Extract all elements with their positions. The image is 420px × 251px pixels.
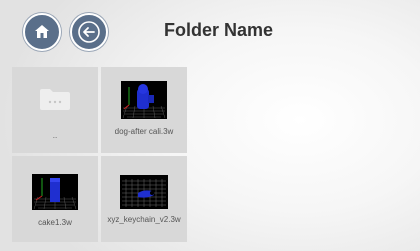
page-title: Folder Name xyxy=(164,20,274,40)
file-tile-keychain[interactable]: xyz_keychain_v2.3w xyxy=(101,156,187,242)
folder-up-tile[interactable]: .. xyxy=(12,67,98,153)
file-label: dog-after cali.3w xyxy=(114,127,174,136)
model-thumbnail xyxy=(121,81,167,119)
back-button[interactable] xyxy=(70,13,108,51)
home-button[interactable] xyxy=(23,13,61,51)
model-thumbnail xyxy=(32,174,78,210)
screen: Folder Name .. dog-after cali.3w cake1.3… xyxy=(0,0,420,251)
model-thumbnail xyxy=(120,175,168,209)
folder-icon xyxy=(40,89,70,110)
back-arrow-icon xyxy=(78,21,100,43)
file-label: .. xyxy=(52,131,58,140)
file-tile-dog[interactable]: dog-after cali.3w xyxy=(101,67,187,153)
file-label: xyz_keychain_v2.3w xyxy=(107,215,181,224)
file-tile-cake[interactable]: cake1.3w xyxy=(12,156,98,242)
home-icon xyxy=(35,25,49,38)
file-label: cake1.3w xyxy=(38,218,72,227)
